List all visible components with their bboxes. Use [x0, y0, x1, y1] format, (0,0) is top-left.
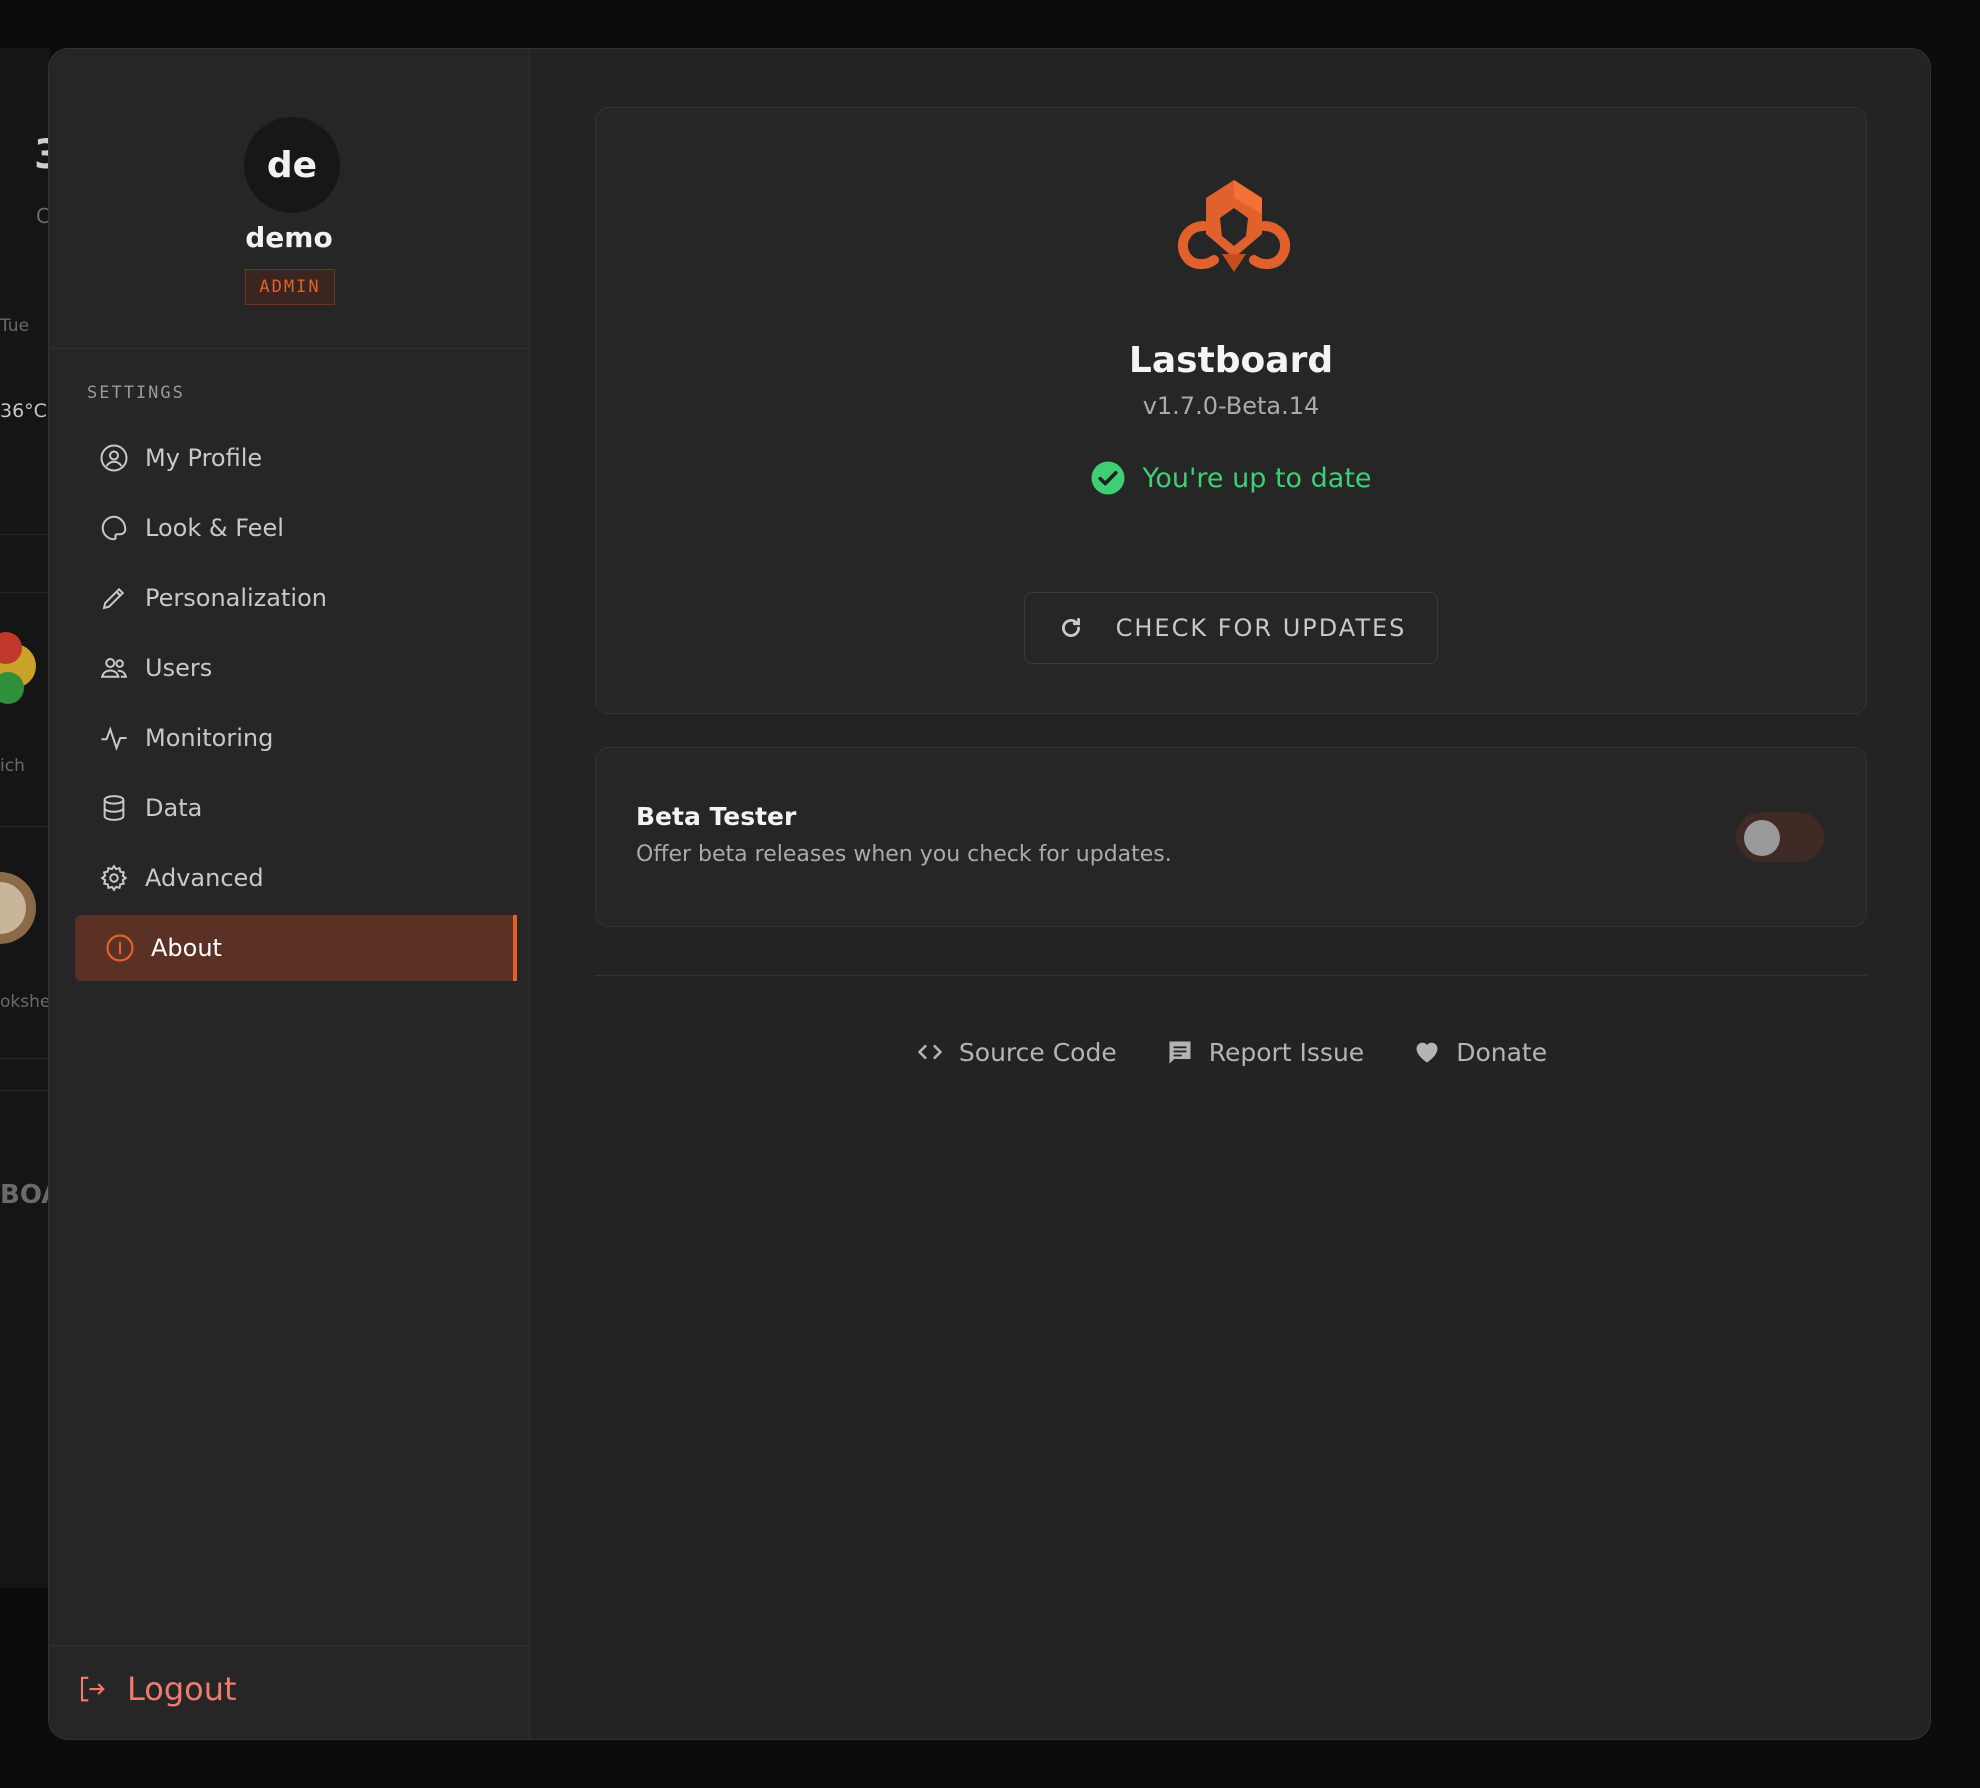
- users-icon: [97, 651, 131, 685]
- sidebar-item-label: About: [151, 934, 222, 962]
- sidebar-item-advanced[interactable]: Advanced: [75, 845, 517, 911]
- sidebar-item-label: Personalization: [145, 584, 327, 612]
- report-issue-label: Report Issue: [1208, 1037, 1365, 1067]
- background-fragment: 36°C: [0, 400, 47, 422]
- lastboard-logo-icon: [1177, 180, 1291, 272]
- info-icon: [103, 931, 137, 965]
- activity-icon: [97, 721, 131, 755]
- code-icon: [915, 1037, 945, 1067]
- background-fragment: Tue: [0, 316, 30, 336]
- beta-tester-title: Beta Tester: [636, 802, 797, 831]
- app-version: v1.7.0-Beta.14: [1142, 392, 1320, 420]
- beta-tester-description: Offer beta releases when you check for u…: [636, 842, 1172, 867]
- sidebar-item-look-and-feel[interactable]: Look & Feel: [75, 495, 517, 561]
- sidebar-item-label: Data: [145, 794, 203, 822]
- settings-content: Lastboard v1.7.0-Beta.14 You're up to da…: [531, 49, 1930, 1739]
- settings-sidebar: de demo ADMIN SETTINGS My Profile Look &…: [49, 49, 530, 1739]
- footer-divider: [595, 975, 1867, 976]
- beta-tester-toggle[interactable]: [1736, 812, 1824, 862]
- gear-icon: [97, 861, 131, 895]
- settings-section-label: SETTINGS: [87, 383, 185, 403]
- sidebar-item-monitoring[interactable]: Monitoring: [75, 705, 517, 771]
- sidebar-item-users[interactable]: Users: [75, 635, 517, 701]
- background-divider: [0, 1058, 50, 1059]
- beta-tester-card: Beta Tester Offer beta releases when you…: [595, 747, 1867, 927]
- donate-link[interactable]: Donate: [1412, 1037, 1547, 1067]
- message-icon: [1165, 1037, 1195, 1067]
- check-for-updates-label: CHECK FOR UPDATES: [1115, 614, 1407, 642]
- sidebar-item-about[interactable]: About: [75, 915, 517, 981]
- database-icon: [97, 791, 131, 825]
- sidebar-item-data[interactable]: Data: [75, 775, 517, 841]
- user-circle-icon: [97, 441, 131, 475]
- app-name: Lastboard: [1128, 340, 1334, 381]
- background-fragment: ich: [0, 756, 25, 776]
- background-divider: [0, 592, 50, 593]
- sidebar-item-label: Look & Feel: [145, 514, 284, 542]
- sidebar-item-my-profile[interactable]: My Profile: [75, 425, 517, 491]
- sidebar-item-label: Users: [145, 654, 213, 682]
- sidebar-item-personalization[interactable]: Personalization: [75, 565, 517, 631]
- background-divider: [0, 534, 50, 535]
- sidebar-item-label: My Profile: [145, 444, 263, 472]
- source-code-link[interactable]: Source Code: [915, 1037, 1117, 1067]
- toggle-knob: [1744, 820, 1780, 856]
- role-badge: ADMIN: [245, 269, 335, 305]
- logout-button[interactable]: Logout: [75, 1670, 237, 1708]
- check-for-updates-button[interactable]: CHECK FOR UPDATES: [1024, 592, 1438, 664]
- about-card: Lastboard v1.7.0-Beta.14 You're up to da…: [595, 107, 1867, 714]
- refresh-icon: [1056, 613, 1086, 643]
- pencil-icon: [97, 581, 131, 615]
- donate-label: Donate: [1456, 1037, 1548, 1067]
- check-circle-icon: [1091, 461, 1125, 495]
- profile-summary: de demo ADMIN: [49, 49, 529, 349]
- background-fragment: BOA: [0, 1180, 50, 1210]
- username: demo: [245, 221, 333, 254]
- background-divider: [0, 1090, 50, 1091]
- report-issue-link[interactable]: Report Issue: [1165, 1037, 1364, 1067]
- settings-nav: My Profile Look & Feel Personalization U…: [75, 425, 517, 985]
- heart-icon: [1412, 1037, 1442, 1067]
- logout-icon: [75, 1672, 109, 1706]
- background-app-logo-icon: [0, 632, 36, 704]
- update-status-text: You're up to date: [1142, 462, 1372, 494]
- logout-area: Logout: [49, 1645, 529, 1739]
- background-dashboard: 3 C Tue 36°C ich okshe BOA: [0, 48, 50, 1588]
- source-code-label: Source Code: [958, 1037, 1117, 1067]
- background-fragment: okshe: [0, 992, 50, 1012]
- background-divider: [0, 826, 50, 827]
- palette-icon: [97, 511, 131, 545]
- background-avatar-icon: [0, 872, 36, 944]
- avatar[interactable]: de: [244, 117, 340, 213]
- update-status: You're up to date: [596, 460, 1866, 496]
- settings-modal: de demo ADMIN SETTINGS My Profile Look &…: [48, 48, 1931, 1740]
- footer-links: Source Code Report Issue Donate: [595, 1027, 1867, 1077]
- sidebar-item-label: Advanced: [145, 864, 264, 892]
- logout-label: Logout: [127, 1670, 237, 1708]
- sidebar-item-label: Monitoring: [145, 724, 274, 752]
